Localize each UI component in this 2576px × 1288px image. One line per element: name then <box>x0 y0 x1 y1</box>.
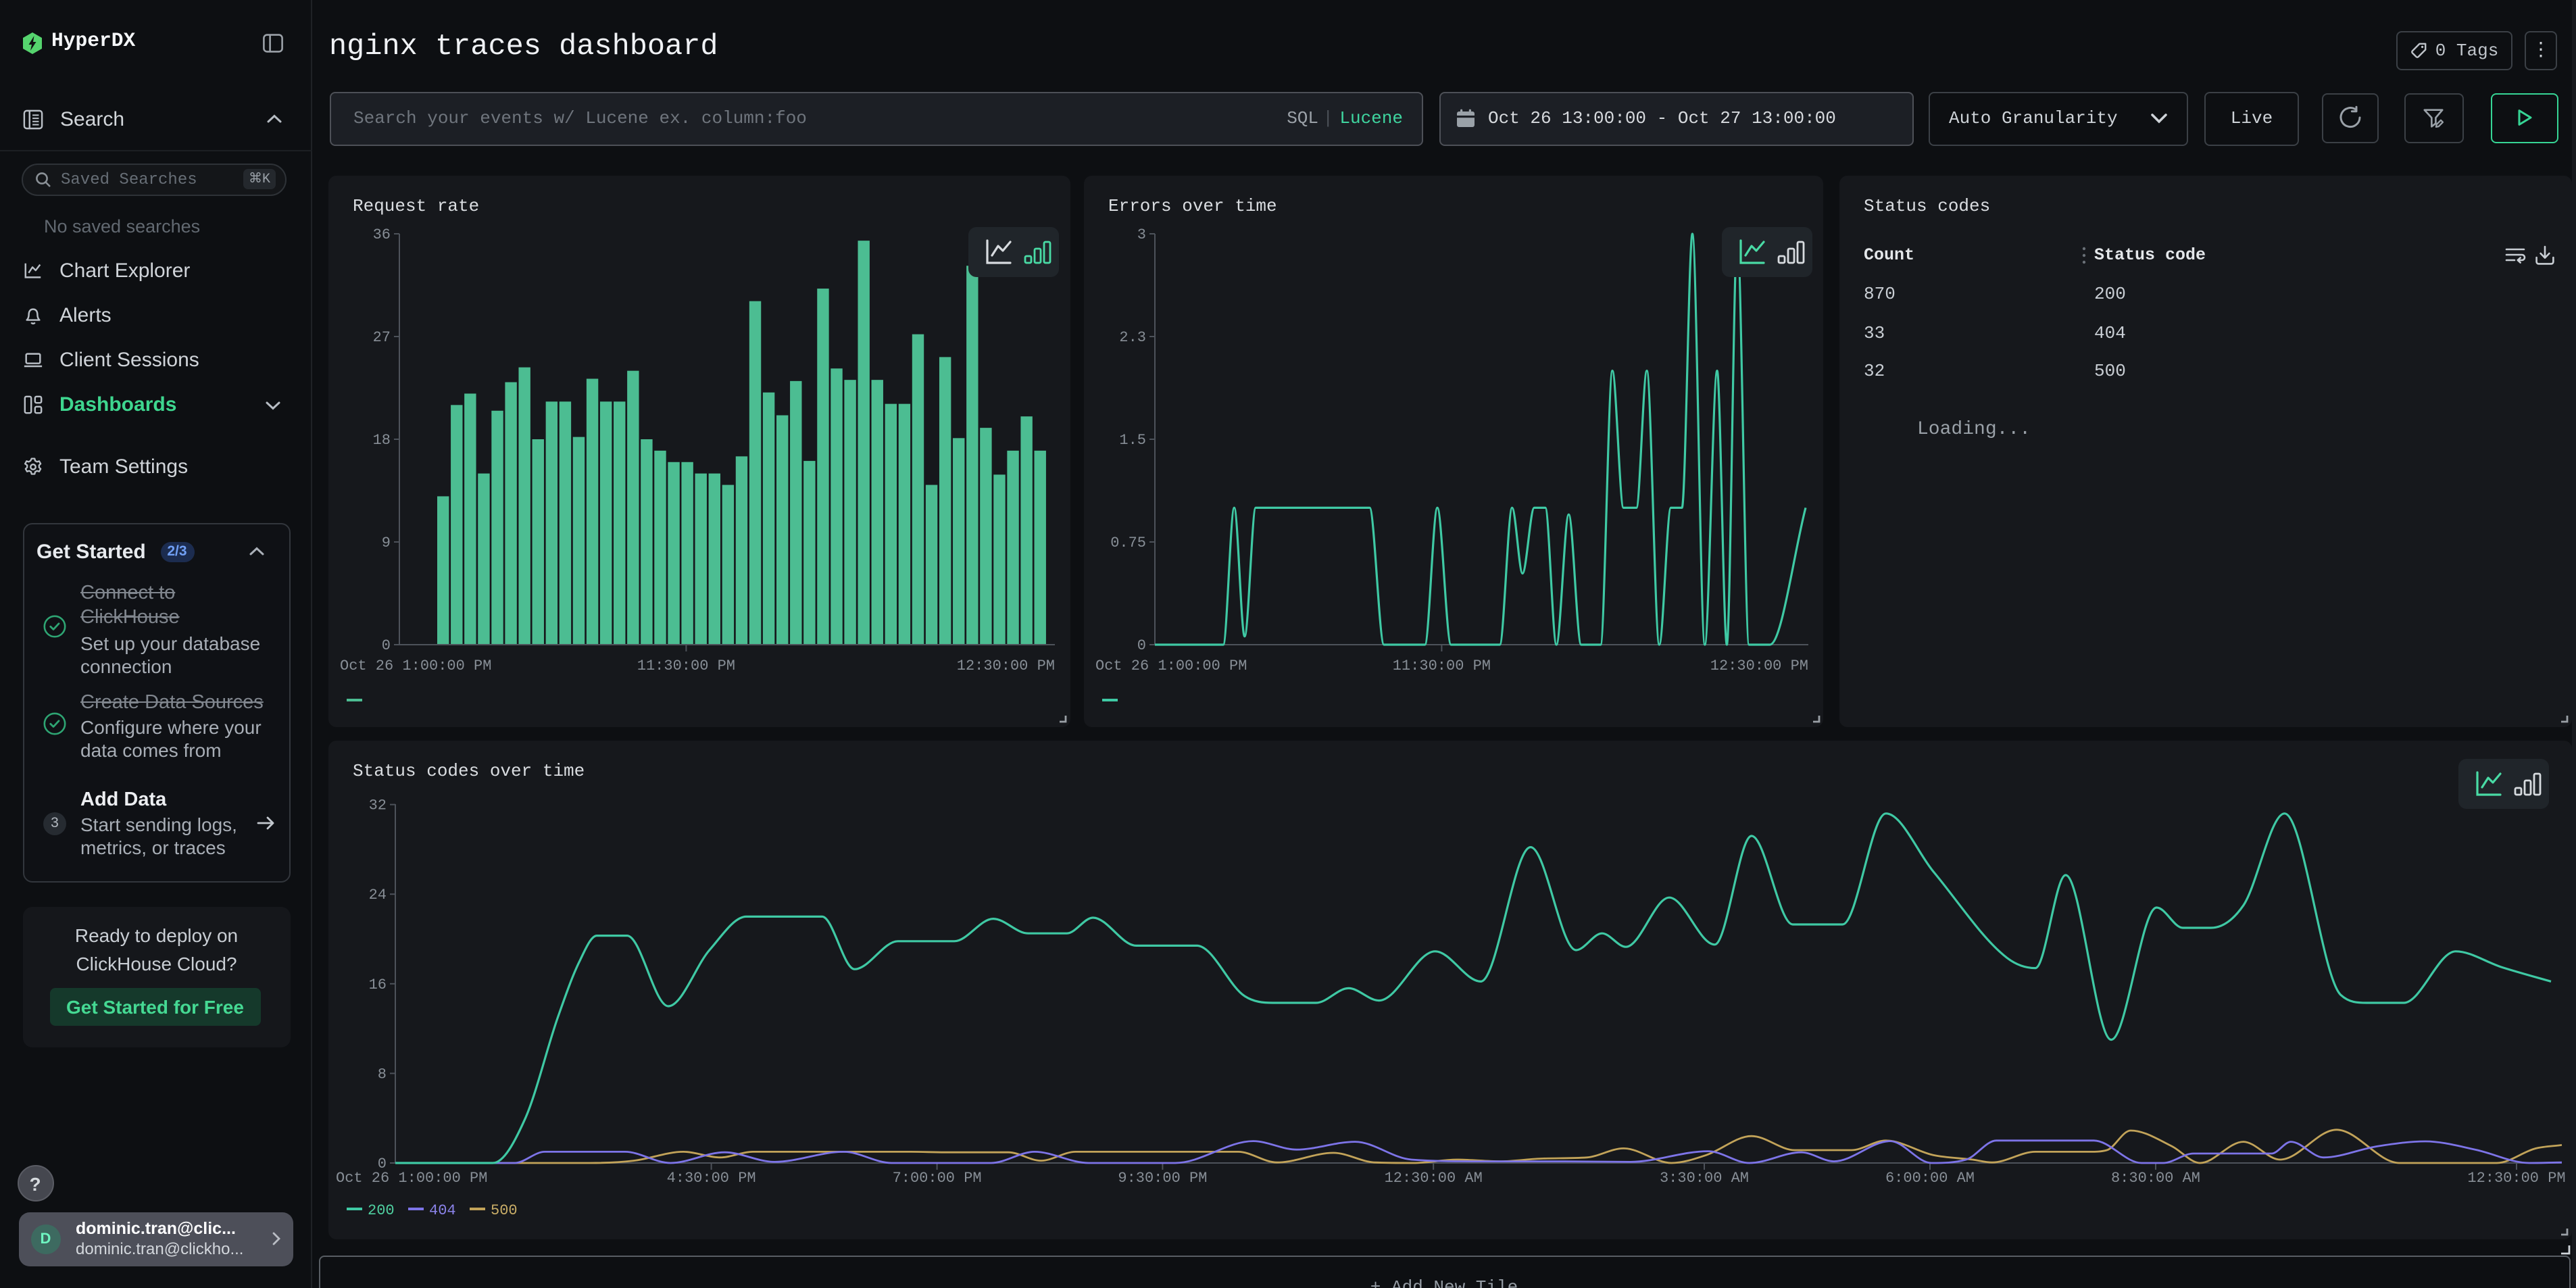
svg-text:Oct 26 1:00:00 PM: Oct 26 1:00:00 PM <box>339 658 491 674</box>
svg-text:24: 24 <box>368 887 386 903</box>
svg-text:9:30:00 PM: 9:30:00 PM <box>1117 1170 1206 1187</box>
svg-text:12:30:00 AM: 12:30:00 AM <box>1384 1170 1482 1187</box>
svg-text:12:30:00 PM: 12:30:00 PM <box>2467 1170 2565 1187</box>
svg-text:1.5: 1.5 <box>1118 432 1145 449</box>
svg-text:36: 36 <box>372 226 390 243</box>
svg-text:27: 27 <box>372 329 390 346</box>
svg-text:3:30:00 AM: 3:30:00 AM <box>1659 1170 1748 1187</box>
svg-text:0: 0 <box>1137 637 1145 654</box>
svg-text:8: 8 <box>377 1066 386 1083</box>
svg-text:11:30:00 PM: 11:30:00 PM <box>637 658 735 674</box>
svg-text:Oct 26 1:00:00 PM: Oct 26 1:00:00 PM <box>1095 658 1246 674</box>
svg-text:Oct 26 1:00:00 PM: Oct 26 1:00:00 PM <box>335 1170 487 1187</box>
svg-text:11:30:00 PM: 11:30:00 PM <box>1392 658 1490 674</box>
svg-text:18: 18 <box>372 432 390 449</box>
svg-text:200: 200 <box>367 1202 394 1219</box>
svg-text:12:30:00 PM: 12:30:00 PM <box>956 658 1054 674</box>
svg-text:8:30:00 AM: 8:30:00 AM <box>2110 1170 2200 1187</box>
svg-text:7:00:00 PM: 7:00:00 PM <box>892 1170 981 1187</box>
svg-text:4:30:00 PM: 4:30:00 PM <box>666 1170 756 1187</box>
svg-text:6:00:00 AM: 6:00:00 AM <box>1885 1170 1974 1187</box>
svg-text:32: 32 <box>368 797 386 814</box>
svg-text:404: 404 <box>428 1202 455 1219</box>
svg-text:500: 500 <box>490 1202 517 1219</box>
svg-text:0: 0 <box>381 637 390 654</box>
svg-text:12:30:00 PM: 12:30:00 PM <box>1710 658 1808 674</box>
svg-text:2.3: 2.3 <box>1118 329 1145 346</box>
svg-text:16: 16 <box>368 976 386 993</box>
svg-text:0.75: 0.75 <box>1110 535 1145 551</box>
svg-text:9: 9 <box>381 535 390 551</box>
svg-text:3: 3 <box>1137 226 1145 243</box>
